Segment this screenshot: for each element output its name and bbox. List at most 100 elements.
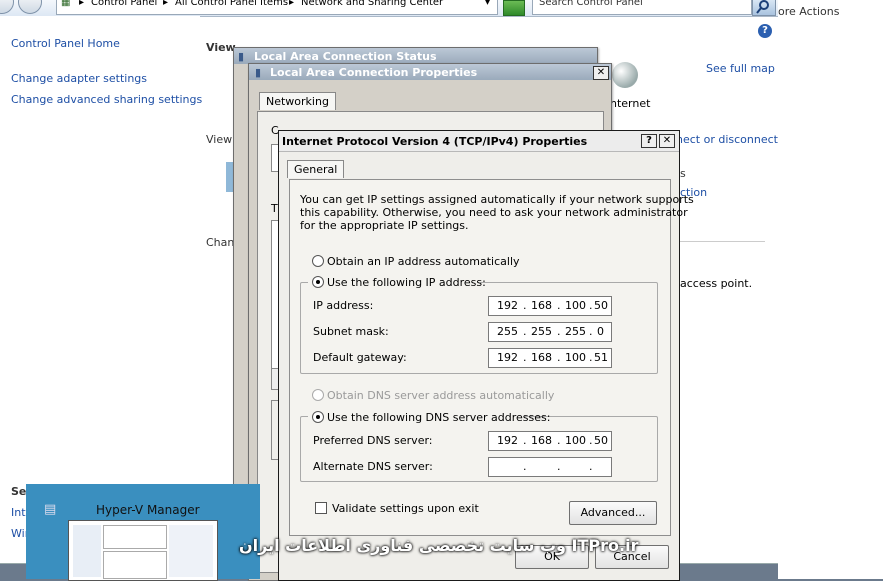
general-panel: You can get IP settings assigned automat… bbox=[289, 179, 694, 536]
octet-dot: . bbox=[523, 299, 527, 312]
ipv4-dialog-title: Internet Protocol Version 4 (TCP/IPv4) P… bbox=[282, 135, 588, 148]
octet: 100 bbox=[565, 351, 586, 364]
divider bbox=[680, 241, 765, 242]
octet: 168 bbox=[531, 434, 552, 447]
advanced-button[interactable]: Advanced... bbox=[569, 501, 657, 525]
octet-dot: . bbox=[557, 325, 561, 338]
chevron-right-icon: ▸ bbox=[79, 0, 85, 8]
octet: 255 bbox=[531, 325, 552, 338]
validate-settings-label[interactable]: Validate settings upon exit bbox=[332, 502, 479, 515]
network-icon: ▮ bbox=[255, 66, 262, 79]
octet: 168 bbox=[531, 351, 552, 364]
help-icon[interactable]: ? bbox=[641, 134, 657, 148]
octet: 255 bbox=[497, 325, 518, 338]
hyperv-manager-preview[interactable]: ▤ Hyper-V Manager bbox=[26, 484, 260, 581]
alternate-dns-input[interactable]: . . . bbox=[488, 457, 612, 477]
obtain-dns-auto-radio[interactable] bbox=[312, 389, 324, 401]
network-icon: ▮ bbox=[238, 50, 245, 63]
octet: 192 bbox=[497, 299, 518, 312]
ip-address-label: IP address: bbox=[313, 299, 374, 312]
obtain-ip-auto-label[interactable]: Obtain an IP address automatically bbox=[327, 255, 520, 268]
breadcrumb-item[interactable]: Network and Sharing Center bbox=[301, 0, 443, 8]
intro-text: for the appropriate IP settings. bbox=[300, 219, 469, 232]
control-panel-home-link[interactable]: Control Panel Home bbox=[11, 37, 120, 50]
octet-dot: . bbox=[589, 325, 593, 338]
back-button[interactable] bbox=[0, 0, 14, 14]
octet-dot: . bbox=[557, 299, 561, 312]
view-header: View bbox=[206, 41, 236, 54]
ip-address-input[interactable]: 192. 168. 100. 50 bbox=[488, 296, 612, 316]
octet-dot: . bbox=[589, 299, 593, 312]
items-label: T bbox=[271, 202, 278, 215]
octet: 100 bbox=[565, 434, 586, 447]
obtain-dns-auto-label[interactable]: Obtain DNS server address automatically bbox=[327, 389, 554, 402]
octet-dot: . bbox=[523, 325, 527, 338]
hyperv-title: Hyper-V Manager bbox=[96, 503, 200, 517]
octet: 0 bbox=[597, 325, 604, 338]
preferred-dns-input[interactable]: 192. 168. 100. 50 bbox=[488, 431, 612, 451]
hyperv-thumbnail bbox=[68, 520, 218, 581]
thumb-list bbox=[103, 525, 167, 549]
help-icon[interactable]: ? bbox=[758, 24, 772, 38]
octet-dot: . bbox=[589, 351, 593, 364]
status-title-bar: ▮ Local Area Connection Status bbox=[234, 48, 597, 64]
octet-dot: . bbox=[589, 460, 593, 473]
see-also-link[interactable]: Int bbox=[11, 506, 26, 519]
thumb-tree bbox=[73, 525, 101, 577]
sidebar: Control Panel Home Change adapter settin… bbox=[0, 16, 202, 563]
see-also-header: Se bbox=[11, 485, 27, 498]
forward-button[interactable] bbox=[18, 0, 42, 14]
breadcrumb-item[interactable]: Control Panel bbox=[91, 0, 157, 8]
change-advanced-sharing-link[interactable]: Change advanced sharing settings bbox=[11, 93, 202, 106]
octet-dot: . bbox=[557, 460, 561, 473]
intro-text: You can get IP settings assigned automat… bbox=[300, 193, 694, 206]
validate-settings-checkbox[interactable] bbox=[315, 502, 327, 514]
ipv4-title-bar: Internet Protocol Version 4 (TCP/IPv4) P… bbox=[279, 131, 679, 152]
hyperv-icon: ▤ bbox=[44, 502, 57, 517]
obtain-ip-auto-radio[interactable] bbox=[312, 255, 324, 267]
octet: 100 bbox=[565, 299, 586, 312]
breadcrumb[interactable]: ▦ ▸ Control Panel ▸ All Control Panel It… bbox=[56, 0, 498, 15]
view-label: View bbox=[206, 133, 233, 146]
subnet-mask-label: Subnet mask: bbox=[313, 325, 389, 338]
use-following-dns-label[interactable]: Use the following DNS server addresses: bbox=[327, 411, 550, 424]
search-icon[interactable] bbox=[752, 0, 776, 16]
octet-dot: . bbox=[523, 460, 527, 473]
properties-title-bar: ▮ Local Area Connection Properties ✕ bbox=[249, 64, 611, 80]
connect-disconnect-link[interactable]: nect or disconnect bbox=[676, 133, 778, 146]
tab-general[interactable]: General bbox=[287, 160, 345, 178]
default-gateway-label: Default gateway: bbox=[313, 351, 407, 364]
octet-dot: . bbox=[523, 434, 527, 447]
internet-label: nternet bbox=[610, 97, 651, 110]
use-following-ip-radio[interactable] bbox=[312, 276, 324, 288]
tab-networking[interactable]: Networking bbox=[259, 92, 336, 110]
octet: 192 bbox=[497, 434, 518, 447]
address-bar: ▦ ▸ Control Panel ▸ All Control Panel It… bbox=[0, 0, 778, 17]
octet-dot: . bbox=[557, 434, 561, 447]
octet: 192 bbox=[497, 351, 518, 364]
chevron-down-icon[interactable]: ▾ bbox=[485, 0, 490, 8]
change-adapter-settings-link[interactable]: Change adapter settings bbox=[11, 72, 147, 85]
use-following-ip-label[interactable]: Use the following IP address: bbox=[327, 276, 486, 289]
thumb-details bbox=[103, 551, 167, 579]
subnet-mask-input[interactable]: 255. 255. 255. 0 bbox=[488, 322, 612, 342]
close-icon[interactable]: ✕ bbox=[659, 134, 675, 148]
octet-dot: . bbox=[557, 351, 561, 364]
watermark-text: وب سایت تخصصی فناوری اطلاعات ایران ITPro… bbox=[239, 536, 639, 555]
access-point-text: access point. bbox=[680, 277, 753, 290]
chevron-right-icon: ▸ bbox=[163, 0, 169, 8]
more-actions[interactable]: ore Actions bbox=[778, 5, 839, 18]
breadcrumb-item[interactable]: All Control Panel Items bbox=[175, 0, 288, 8]
octet: 255 bbox=[565, 325, 586, 338]
default-gateway-input[interactable]: 192. 168. 100. 51 bbox=[488, 348, 612, 368]
globe-icon bbox=[612, 62, 638, 88]
refresh-button[interactable] bbox=[503, 0, 525, 16]
octet-dot: . bbox=[589, 434, 593, 447]
close-icon[interactable]: ✕ bbox=[593, 66, 609, 80]
text-fragment: s bbox=[680, 167, 686, 180]
thumb-actions bbox=[169, 525, 213, 577]
search-input[interactable]: Search Control Panel bbox=[532, 0, 752, 15]
see-full-map-link[interactable]: See full map bbox=[706, 62, 775, 75]
octet: 51 bbox=[594, 351, 608, 364]
use-following-dns-radio[interactable] bbox=[312, 411, 324, 423]
